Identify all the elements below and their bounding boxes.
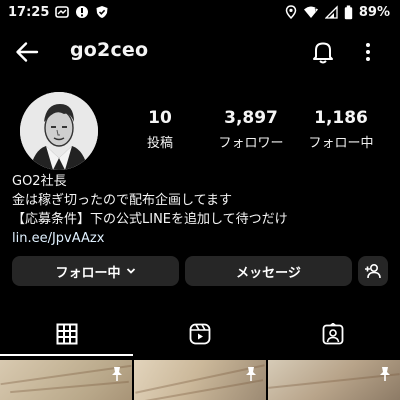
battery-level: 89% bbox=[358, 4, 390, 20]
notifications-button[interactable] bbox=[310, 38, 336, 66]
following-label: フォロー中 bbox=[308, 136, 374, 151]
display-name: GO2社長 bbox=[12, 174, 67, 189]
signal-icon bbox=[324, 5, 338, 19]
location-icon bbox=[285, 5, 297, 19]
more-options-button[interactable] bbox=[358, 38, 378, 66]
svg-text:↑: ↑ bbox=[313, 8, 317, 14]
reels-icon bbox=[189, 323, 211, 345]
grid-post-2[interactable] bbox=[134, 360, 266, 400]
tab-reels[interactable] bbox=[133, 312, 266, 356]
grid-icon bbox=[56, 323, 78, 345]
posts-label: 投稿 bbox=[146, 136, 173, 151]
status-right: ↑ 89% bbox=[285, 5, 390, 20]
pin-icon bbox=[110, 366, 124, 386]
posts-number: 10 bbox=[148, 108, 172, 128]
profile-avatar[interactable] bbox=[20, 92, 98, 170]
chevron-down-icon bbox=[126, 267, 136, 275]
profile-username: go2ceo bbox=[70, 39, 149, 61]
following-button[interactable]: フォロー中 bbox=[12, 256, 179, 286]
shield-check-icon bbox=[95, 5, 109, 19]
tab-posts-grid[interactable] bbox=[0, 312, 133, 356]
suggested-users-button[interactable] bbox=[358, 256, 388, 286]
status-time: 17:25 bbox=[8, 4, 50, 20]
bell-icon bbox=[313, 42, 333, 64]
tab-tagged[interactable] bbox=[267, 312, 400, 356]
message-button-label: メッセージ bbox=[236, 265, 301, 281]
following-button-label: フォロー中 bbox=[55, 265, 121, 281]
tagged-user-icon bbox=[322, 323, 344, 345]
profile-header: go2ceo bbox=[0, 30, 400, 72]
bio-line-1: 金は稼ぎ切ったので配布企画してます bbox=[12, 193, 232, 208]
add-user-icon bbox=[365, 263, 381, 279]
back-arrow-icon bbox=[16, 42, 39, 62]
grid-post-3[interactable] bbox=[268, 360, 400, 400]
posts-count[interactable]: 10 投稿 bbox=[115, 108, 205, 151]
followers-count[interactable]: 3,897 フォロワー bbox=[206, 108, 296, 151]
posts-grid bbox=[0, 360, 400, 400]
following-count[interactable]: 1,186 フォロー中 bbox=[296, 108, 386, 151]
status-left: 17:25 bbox=[8, 5, 109, 20]
avatar-illustration bbox=[20, 92, 98, 170]
battery-icon bbox=[344, 5, 353, 20]
pin-icon bbox=[378, 366, 392, 386]
followers-label: フォロワー bbox=[218, 136, 284, 151]
bio-line-2: 【応募条件】下の公式LINEを追加して待つだけ bbox=[12, 212, 288, 227]
grid-post-1[interactable] bbox=[0, 360, 132, 400]
followers-number: 3,897 bbox=[224, 108, 278, 128]
wifi-icon: ↑ bbox=[303, 5, 319, 19]
active-tab-indicator bbox=[0, 354, 133, 356]
circle-notification-icon bbox=[75, 5, 89, 19]
following-number: 1,186 bbox=[314, 108, 368, 128]
profile-bio: GO2社長 金は稼ぎ切ったので配布企画してます 【応募条件】下の公式LINEを追… bbox=[12, 172, 392, 248]
status-bar: 17:25 ↑ 89% bbox=[0, 0, 400, 24]
more-vertical-icon bbox=[366, 43, 370, 61]
bio-link[interactable]: lin.ee/JpvAAzx bbox=[12, 229, 392, 248]
message-notification-icon bbox=[55, 5, 70, 19]
pin-icon bbox=[244, 366, 258, 386]
profile-tabs bbox=[0, 312, 400, 356]
message-button[interactable]: メッセージ bbox=[185, 256, 352, 286]
back-button[interactable] bbox=[14, 39, 40, 65]
